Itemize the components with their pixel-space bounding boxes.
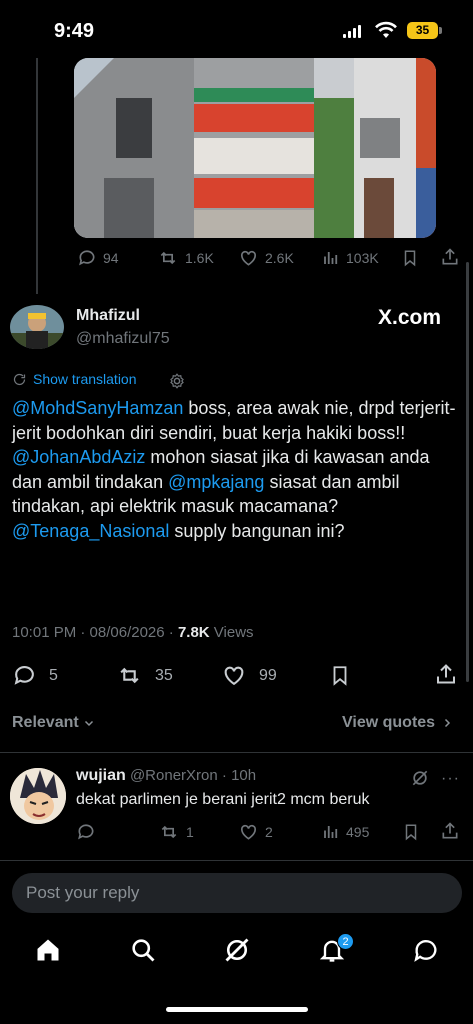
notification-badge: 2 — [337, 933, 354, 950]
repost-count: 1 — [186, 824, 194, 840]
bookmark-button[interactable] — [402, 822, 420, 842]
like-button[interactable]: 99 — [221, 663, 277, 688]
wifi-icon — [375, 21, 397, 38]
bookmark-icon — [333, 666, 347, 686]
views-icon — [324, 252, 338, 264]
home-indicator[interactable] — [166, 1007, 308, 1012]
bookmark-button[interactable] — [329, 663, 351, 688]
reply-button[interactable] — [76, 822, 102, 842]
compose-placeholder: Post your reply — [26, 883, 140, 902]
view-quotes-label: View quotes — [342, 714, 436, 731]
author-handle[interactable]: @mhafizul75 — [76, 330, 170, 348]
repost-button[interactable]: 1.6K — [157, 248, 214, 268]
home-icon[interactable] — [34, 936, 62, 964]
gear-icon[interactable] — [168, 372, 186, 390]
tweet-meta: 10:01 PM · 08/06/2026 · 7.8K Views — [12, 624, 254, 641]
author-avatar[interactable] — [10, 305, 64, 349]
grok-icon[interactable] — [223, 936, 251, 964]
tweet-text: supply bangunan ini? — [169, 520, 345, 541]
heart-icon — [241, 824, 256, 840]
grok-icon[interactable] — [410, 768, 430, 788]
repost-icon — [120, 667, 139, 684]
status-time: 9:49 — [54, 20, 95, 42]
search-icon[interactable] — [129, 936, 157, 964]
like-count: 2 — [265, 824, 273, 840]
views-button[interactable]: 103K — [322, 248, 379, 268]
reply-icon — [14, 666, 34, 685]
mention-link[interactable]: @Tenaga_Nasional — [12, 521, 169, 541]
show-translation-link[interactable]: Show translation — [12, 371, 137, 387]
bookmark-button[interactable] — [401, 248, 419, 268]
repost-count: 1.6K — [185, 250, 214, 266]
like-count: 2.6K — [265, 250, 294, 266]
sort-dropdown[interactable]: Relevant — [12, 714, 95, 732]
translate-icon — [13, 373, 26, 385]
reply-count: 5 — [49, 666, 58, 684]
share-icon — [442, 822, 458, 839]
tweet-media-image[interactable] — [74, 58, 436, 238]
views-icon — [324, 826, 338, 838]
repost-icon — [161, 825, 177, 839]
bookmark-icon — [404, 250, 416, 267]
tweet-timestamp[interactable]: 10:01 PM · 08/06/2026 · — [12, 624, 178, 641]
mention-link[interactable]: @MohdSanyHamzan — [12, 398, 183, 418]
reply-button[interactable]: 5 — [12, 663, 58, 688]
mention-link[interactable]: @mpkajang — [168, 472, 264, 492]
views-button[interactable]: 495 — [322, 822, 369, 842]
building-photo — [74, 58, 436, 238]
like-count: 99 — [259, 666, 277, 684]
reply-author-handle[interactable]: @RonerXron — [130, 767, 218, 784]
repost-button[interactable]: 35 — [116, 663, 173, 688]
heart-icon — [224, 666, 244, 686]
heart-icon — [241, 250, 256, 266]
share-icon — [442, 248, 458, 265]
thread-line — [36, 58, 38, 294]
repost-count: 35 — [155, 666, 173, 684]
more-options-icon[interactable]: ··· — [441, 770, 460, 788]
like-button[interactable]: 2.6K — [238, 248, 294, 268]
reply-button[interactable]: 94 — [77, 248, 119, 268]
mention-link[interactable]: @JohanAbdAziz — [12, 447, 145, 467]
avatar-image — [10, 305, 64, 349]
scrollbar[interactable] — [466, 262, 469, 682]
divider — [0, 752, 473, 753]
messages-icon[interactable] — [412, 936, 440, 964]
like-button[interactable]: 2 — [238, 822, 273, 842]
x-com-logo: X.com — [378, 306, 442, 329]
reply-count: 94 — [103, 250, 119, 266]
author-name[interactable]: Mhafizul — [76, 307, 140, 325]
reply-author-name[interactable]: wujian — [76, 767, 126, 784]
status-bar: 9:49 35 — [0, 0, 473, 56]
repost-button[interactable]: 1 — [158, 822, 194, 842]
views-count: 103K — [346, 250, 379, 266]
share-button[interactable] — [440, 821, 460, 841]
battery-icon: 35 — [407, 22, 438, 39]
divider — [0, 860, 473, 861]
views-count: 495 — [346, 824, 370, 840]
chevron-down-icon — [84, 720, 93, 727]
cellular-signal-icon — [343, 24, 361, 38]
bookmark-icon — [405, 824, 417, 841]
repost-icon — [160, 251, 176, 265]
reply-text: dekat parlimen je berani jerit2 mcm beru… — [76, 791, 370, 808]
reply-icon — [79, 250, 95, 266]
views-label: Views — [209, 624, 254, 641]
reply-icon — [78, 824, 94, 840]
reply-header: wujian @RonerXron · 10h — [76, 767, 256, 785]
sort-label: Relevant — [12, 714, 79, 731]
tweet-body: @MohdSanyHamzan boss, area awak nie, drp… — [12, 396, 464, 543]
share-icon — [437, 664, 455, 684]
view-quotes-link[interactable]: View quotes — [342, 714, 453, 732]
reply-avatar[interactable] — [10, 768, 66, 824]
views-count: 7.8K — [177, 624, 210, 641]
show-translation-label: Show translation — [33, 371, 137, 387]
chevron-right-icon — [445, 718, 451, 728]
reply-time: · 10h — [221, 767, 257, 784]
avatar-image — [10, 768, 66, 824]
battery-tip — [439, 27, 442, 34]
share-button[interactable] — [440, 247, 460, 267]
share-button[interactable] — [434, 662, 458, 687]
